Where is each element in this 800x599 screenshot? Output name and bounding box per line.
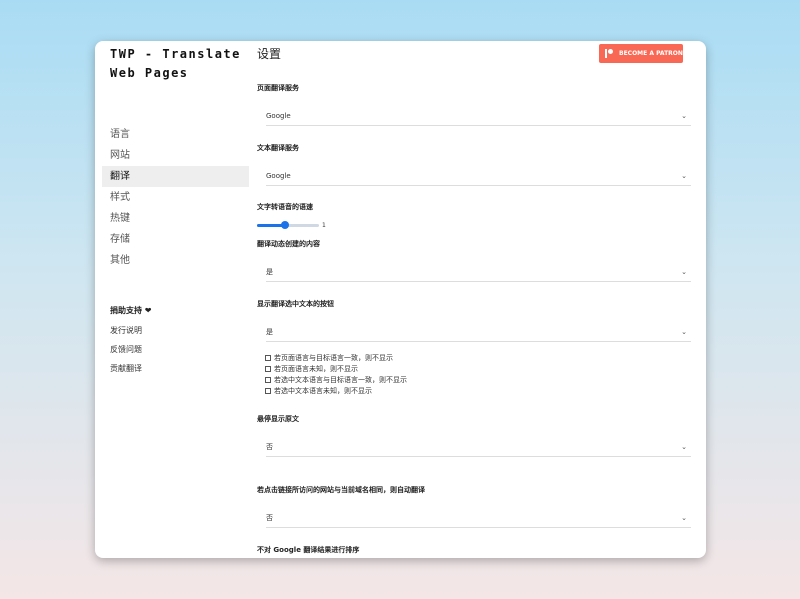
sidebar-item-translation[interactable]: 翻译 [102,166,249,187]
translate-dynamic-value: 是 [266,268,273,276]
sidebar-item-storage[interactable]: 存储 [102,229,249,250]
sidebar-nav: 语言 网站 翻译 样式 热键 存储 其他 [102,124,249,271]
text-translation-service-select[interactable]: Google ⌄ [266,167,691,186]
donate-link[interactable]: 捐助支持 ❤ [110,305,152,325]
show-button-label: 显示翻译选中文本的按钮 [257,300,334,308]
chevron-down-icon: ⌄ [681,172,687,180]
chevron-down-icon: ⌄ [681,514,687,522]
chevron-down-icon: ⌄ [681,328,687,336]
page-translation-service-value: Google [266,112,291,120]
become-patron-button[interactable]: BECOME A PATRON [599,44,683,63]
show-button-options: 若页面语言与目标语言一致，则不显示 若页面语言未知，则不显示 若选中文本语言与目… [265,352,407,396]
option-label: 若选中文本语言与目标语言一致，则不显示 [274,375,407,384]
option-label: 若页面语言与目标语言一致，则不显示 [274,353,393,362]
option-row: 若页面语言未知，则不显示 [265,363,407,374]
patron-label: BECOME A PATRON [619,50,683,57]
auto-translate-same-domain-value: 否 [266,514,273,522]
option-row: 若页面语言与目标语言一致，则不显示 [265,352,407,363]
tts-speed-value: 1 [322,222,326,229]
sidebar-item-sites[interactable]: 网站 [102,145,249,166]
sidebar-item-hotkeys[interactable]: 热键 [102,208,249,229]
chevron-down-icon: ⌄ [681,268,687,276]
chevron-down-icon: ⌄ [681,443,687,451]
auto-translate-same-domain-select[interactable]: 否 ⌄ [266,509,691,528]
text-translation-service-value: Google [266,172,291,180]
option-label: 若页面语言未知，则不显示 [274,364,358,373]
app-title: TWP - Translate Web Pages [110,45,250,83]
sidebar-links: 捐助支持 ❤ 发行说明 反馈问题 贡献翻译 [110,305,152,382]
page-translation-service-select[interactable]: Google ⌄ [266,107,691,126]
sidebar-item-language[interactable]: 语言 [102,124,249,145]
checkbox[interactable] [265,354,271,361]
hover-original-select[interactable]: 否 ⌄ [266,438,691,457]
sidebar: TWP - Translate Web Pages 语言 网站 翻译 样式 热键… [95,41,253,558]
checkbox[interactable] [265,387,271,394]
translate-dynamic-label: 翻译动态创建的内容 [257,240,320,248]
release-notes-link[interactable]: 发行说明 [110,325,152,344]
auto-translate-same-domain-label: 若点击链接所访问的网站与当前域名相同，则自动翻译 [257,486,425,494]
hover-original-label: 悬停显示原文 [257,415,299,423]
tts-speed-label: 文字转语音的语速 [257,203,313,211]
hover-original-value: 否 [266,443,273,451]
page-title: 设置 [257,47,282,61]
chevron-down-icon: ⌄ [681,112,687,120]
option-label: 若选中文本语言未知，则不显示 [274,386,372,395]
show-button-select[interactable]: 是 ⌄ [266,323,691,342]
app-title-line2: Web Pages [110,66,189,80]
slider-thumb[interactable] [280,221,289,229]
settings-panel: 设置 BECOME A PATRON 页面翻译服务 Google ⌄ 文本翻译服… [257,41,706,558]
patreon-icon [605,49,613,58]
text-translation-service-label: 文本翻译服务 [257,144,299,152]
options-window: TWP - Translate Web Pages 语言 网站 翻译 样式 热键… [95,41,706,558]
no-sort-google-label: 不对 Google 翻译结果进行排序 [257,546,360,554]
checkbox[interactable] [265,376,271,383]
option-row: 若选中文本语言未知，则不显示 [265,385,407,396]
sidebar-item-others[interactable]: 其他 [102,250,249,271]
tts-speed-slider[interactable] [257,221,319,229]
option-row: 若选中文本语言与目标语言一致，则不显示 [265,374,407,385]
translate-dynamic-select[interactable]: 是 ⌄ [266,263,691,282]
page-translation-service-label: 页面翻译服务 [257,84,299,92]
app-title-line1: TWP - Translate [110,47,241,61]
sidebar-item-style[interactable]: 样式 [102,187,249,208]
checkbox[interactable] [265,365,271,372]
report-issue-link[interactable]: 反馈问题 [110,344,152,363]
contribute-translation-link[interactable]: 贡献翻译 [110,363,152,382]
show-button-value: 是 [266,328,273,336]
